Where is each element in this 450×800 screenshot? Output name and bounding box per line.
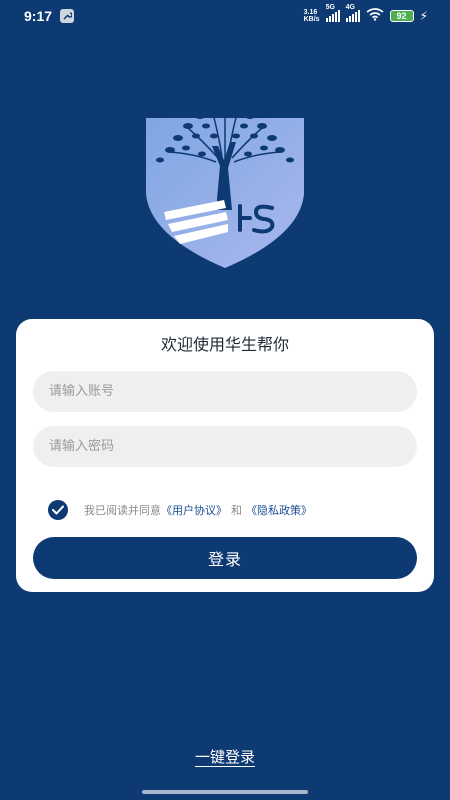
battery-icon: 92 [389,10,414,22]
wrench-icon [60,9,75,23]
net-speed-value: 3.16 [303,9,318,16]
signal-2-label: 4G [345,4,355,11]
login-card: 欢迎使用华生帮你 我已阅读并同意 《用户协议》 和 《隐私政策》 登录 [16,319,434,592]
agreement-checkbox[interactable] [48,500,68,520]
password-input[interactable] [33,426,417,467]
one-click-login-link[interactable]: 一键登录 [195,748,255,766]
signal-icon: 5G [325,4,340,22]
net-speed: 3.16 KB/s [304,9,320,23]
agreement-and-text: 和 [231,504,242,517]
status-bar: 9:17 3.16 KB/s 5G 4G 92 ⚡ [0,0,450,32]
charging-icon: ⚡ [419,9,428,23]
one-click-login-wrapper: 一键登录 [0,746,450,767]
wifi-icon [366,7,384,25]
privacy-policy-link[interactable]: 《隐私政策》 [246,502,312,518]
checkmark-icon [52,505,64,515]
user-agreement-link[interactable]: 《用户协议》 [161,502,227,518]
login-button[interactable]: 登录 [33,537,417,579]
welcome-title: 欢迎使用华生帮你 [160,335,289,354]
agreement-row: 我已阅读并同意 《用户协议》 和 《隐私政策》 [48,500,312,520]
signal-icon: 4G [345,4,360,22]
huasheng-logo [146,105,304,268]
net-speed-unit: KB/s [303,16,320,23]
agreement-text: 我已阅读并同意 [84,504,161,517]
signal-1-label: 5G [325,4,335,11]
status-time: 9:17 [24,8,53,24]
status-icons: 3.16 KB/s 5G 4G 92 ⚡ [304,4,428,25]
account-input[interactable] [33,371,417,412]
home-indicator[interactable] [142,790,308,794]
